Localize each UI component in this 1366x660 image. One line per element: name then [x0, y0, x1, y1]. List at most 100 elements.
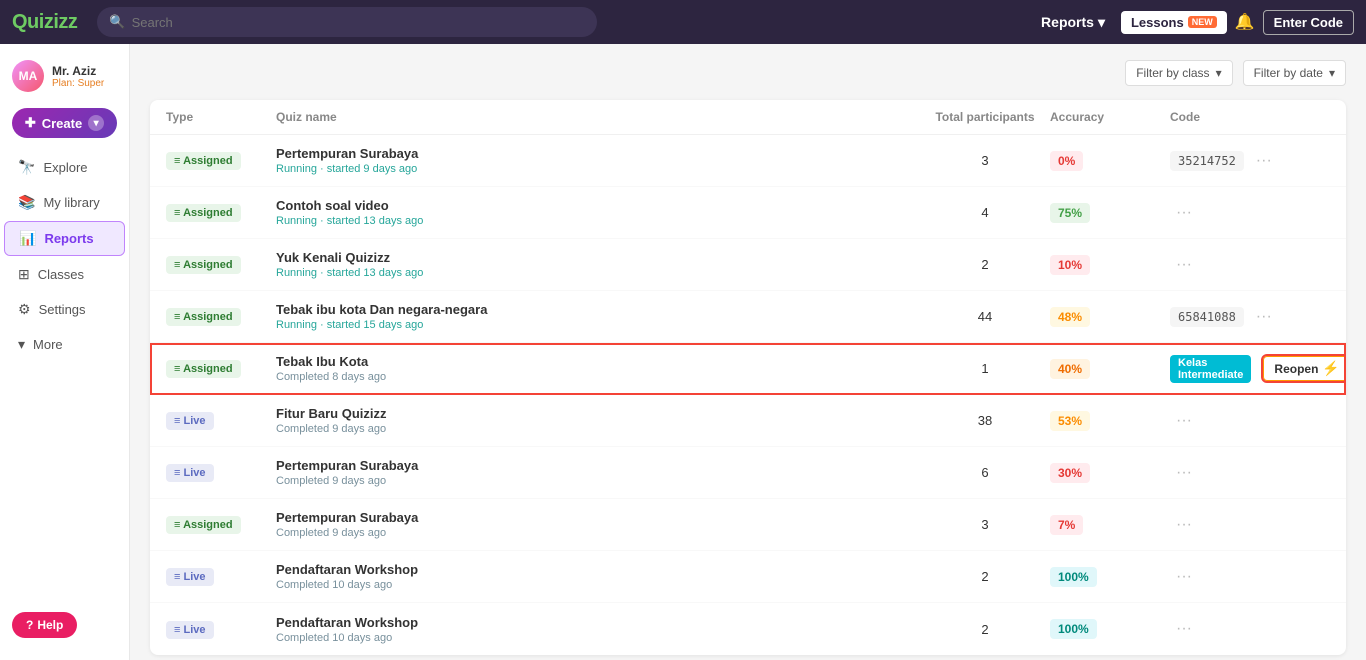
search-input[interactable] — [132, 15, 586, 30]
type-badge-assigned: ≡ Assigned — [166, 516, 241, 534]
table-row: ≡ Assigned Pertempuran Surabaya Complete… — [150, 499, 1346, 551]
table-header: Type Quiz name Total participants Accura… — [150, 100, 1346, 135]
table-row: ≡ Assigned Yuk Kenali Quizizz Running · … — [150, 239, 1346, 291]
sidebar-item-explore[interactable]: 🔭 Explore — [4, 151, 125, 184]
lightning-icon: ⚡ — [1322, 360, 1339, 377]
chevron-down-icon: ▾ — [1329, 66, 1335, 80]
explore-icon: 🔭 — [18, 159, 35, 176]
col-accuracy: Accuracy — [1050, 110, 1170, 124]
more-options-button[interactable]: ··· — [1170, 410, 1198, 432]
accuracy-badge: 100% — [1050, 619, 1097, 639]
table-row: ≡ Live Pendaftaran Workshop Completed 10… — [150, 603, 1346, 655]
quiz-status: Running · started 13 days ago — [276, 215, 920, 227]
quiz-status: Completed 9 days ago — [276, 527, 920, 539]
chevron-down-icon: ▾ — [88, 115, 104, 131]
participant-count: 3 — [920, 153, 1050, 168]
settings-icon: ⚙ — [18, 301, 31, 318]
more-options-button[interactable]: ··· — [1250, 150, 1278, 172]
quiz-name: Pertempuran Surabaya — [276, 458, 920, 473]
code-cell: ··· — [1170, 514, 1330, 536]
accuracy-badge: 40% — [1050, 359, 1090, 379]
quiz-code: 65841088 — [1170, 307, 1244, 327]
sidebar-item-classes[interactable]: ⊞ Classes — [4, 258, 125, 291]
sidebar-item-more[interactable]: ▾ More — [4, 328, 125, 361]
new-badge: NEW — [1188, 16, 1217, 28]
table-row: ≡ Assigned Tebak ibu kota Dan negara-neg… — [150, 291, 1346, 343]
type-badge-live: ≡ Live — [166, 412, 214, 430]
accuracy-badge: 53% — [1050, 411, 1090, 431]
code-cell: ··· — [1170, 618, 1330, 640]
sidebar-item-library[interactable]: 📚 My library — [4, 186, 125, 219]
quiz-status: Completed 8 days ago — [276, 371, 920, 383]
quiz-name: Pendaftaran Workshop — [276, 615, 920, 630]
more-options-button[interactable]: ··· — [1170, 566, 1198, 588]
sidebar-item-label: Classes — [38, 267, 84, 282]
sidebar-item-settings[interactable]: ⚙ Settings — [4, 293, 125, 326]
code-cell: ··· — [1170, 566, 1330, 588]
quiz-name: Contoh soal video — [276, 198, 920, 213]
notification-bell-button[interactable]: 🔔 — [1235, 12, 1255, 32]
library-icon: 📚 — [18, 194, 35, 211]
table-row: ≡ Assigned Contoh soal video Running · s… — [150, 187, 1346, 239]
participant-count: 1 — [920, 361, 1050, 376]
reports-icon: 📊 — [19, 230, 36, 247]
filter-bar: Filter by class ▾ Filter by date ▾ — [150, 60, 1346, 86]
quiz-code: 35214752 — [1170, 151, 1244, 171]
sidebar-item-reports[interactable]: 📊 Reports — [4, 221, 125, 256]
more-options-button[interactable]: ··· — [1170, 254, 1198, 276]
quiz-status: Completed 10 days ago — [276, 632, 920, 644]
more-options-button[interactable]: ··· — [1170, 462, 1198, 484]
reports-nav-button[interactable]: Reports ▾ — [1033, 10, 1113, 35]
accuracy-badge: 75% — [1050, 203, 1090, 223]
quiz-name: Tebak Ibu Kota — [276, 354, 920, 369]
filter-by-class-dropdown[interactable]: Filter by class ▾ — [1125, 60, 1232, 86]
help-icon: ? — [26, 618, 33, 632]
chevron-down-icon: ▾ — [1098, 14, 1105, 31]
accuracy-badge: 0% — [1050, 151, 1083, 171]
classes-icon: ⊞ — [18, 266, 30, 283]
sidebar-item-label: Settings — [39, 302, 86, 317]
more-icon: ▾ — [18, 336, 25, 353]
accuracy-badge: 7% — [1050, 515, 1083, 535]
quiz-name: Pertempuran Surabaya — [276, 146, 920, 161]
help-button[interactable]: ? Help — [12, 612, 77, 638]
reopen-button[interactable]: Reopen ⚡ — [1263, 356, 1346, 381]
col-code: Code — [1170, 110, 1330, 124]
participant-count: 2 — [920, 622, 1050, 637]
enter-code-button[interactable]: Enter Code — [1263, 10, 1354, 35]
more-options-button[interactable]: ··· — [1170, 618, 1198, 640]
more-options-button[interactable]: ··· — [1170, 202, 1198, 224]
accuracy-badge: 30% — [1050, 463, 1090, 483]
quiz-status: Completed 10 days ago — [276, 579, 920, 591]
logo: Quizizz — [12, 11, 77, 34]
type-badge-live: ≡ Live — [166, 464, 214, 482]
search-bar[interactable]: 🔍 — [97, 7, 597, 37]
type-badge-live: ≡ Live — [166, 621, 214, 639]
quiz-name: Tebak ibu kota Dan negara-negara — [276, 302, 920, 317]
user-name: Mr. Aziz — [52, 64, 104, 78]
quiz-name: Pendaftaran Workshop — [276, 562, 920, 577]
code-cell: Kelas Intermediate Reopen ⚡ — [1170, 355, 1330, 383]
accuracy-badge: 48% — [1050, 307, 1090, 327]
user-info: MA Mr. Aziz Plan: Super — [0, 56, 129, 104]
create-button[interactable]: ✚ Create ▾ — [12, 108, 117, 138]
table-row: ≡ Live Pertempuran Surabaya Completed 9 … — [150, 447, 1346, 499]
filter-by-date-dropdown[interactable]: Filter by date ▾ — [1243, 60, 1346, 86]
code-cell: 35214752 ··· — [1170, 150, 1330, 172]
more-options-button[interactable]: ··· — [1250, 306, 1278, 328]
type-badge-live: ≡ Live — [166, 568, 214, 586]
nav-right: Reports ▾ Lessons NEW 🔔 Enter Code — [1033, 10, 1354, 35]
quiz-status: Running · started 9 days ago — [276, 163, 920, 175]
plus-icon: ✚ — [25, 115, 36, 131]
type-badge-assigned: ≡ Assigned — [166, 204, 241, 222]
chevron-down-icon: ▾ — [1216, 66, 1222, 80]
code-cell: ··· — [1170, 202, 1330, 224]
more-options-button[interactable]: ··· — [1170, 514, 1198, 536]
table-row: ≡ Assigned Pertempuran Surabaya Running … — [150, 135, 1346, 187]
sidebar-item-label: More — [33, 337, 63, 352]
table-row: ≡ Live Pendaftaran Workshop Completed 10… — [150, 551, 1346, 603]
lessons-button[interactable]: Lessons NEW — [1121, 11, 1227, 34]
sidebar-item-label: Explore — [43, 160, 87, 175]
type-badge-assigned: ≡ Assigned — [166, 360, 241, 378]
quiz-status: Completed 9 days ago — [276, 423, 920, 435]
